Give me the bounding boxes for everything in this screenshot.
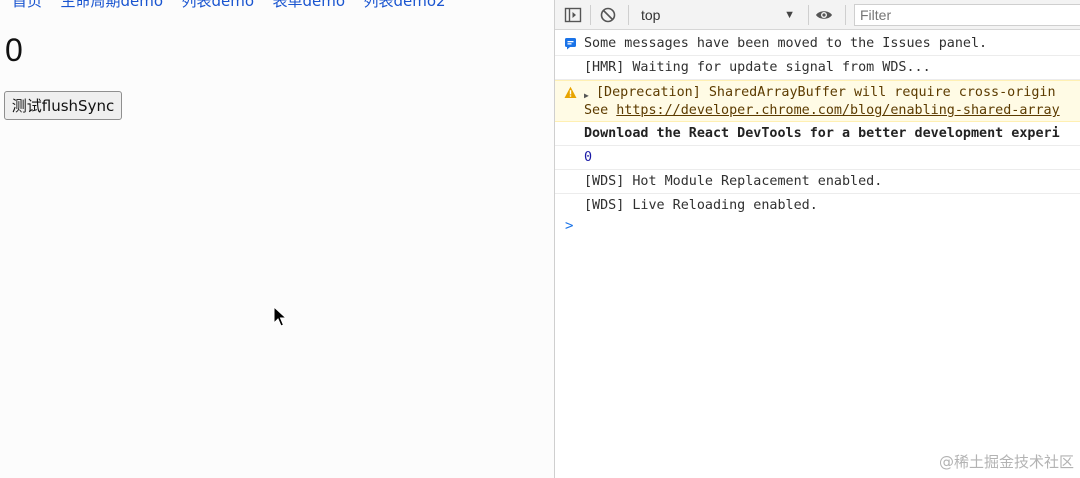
console-warning-message[interactable]: ▶ [Deprecation] SharedArrayBuffer will r… [555, 80, 1080, 122]
issues-flag-icon [565, 38, 576, 50]
mouse-pointer-icon [273, 306, 287, 327]
nav-link-home[interactable]: 首页 [12, 0, 42, 10]
console-message: Some messages have been moved to the Iss… [555, 31, 1080, 56]
test-flushsync-button[interactable]: 测试flushSync [4, 91, 122, 120]
console-messages: Some messages have been moved to the Iss… [555, 31, 1080, 218]
devtools-console: top ▼ Some messages have been moved to t… [554, 0, 1080, 478]
console-message: Download the React DevTools for a better… [555, 122, 1080, 146]
toolbar-divider [808, 5, 809, 25]
clear-console-icon[interactable] [599, 6, 617, 24]
message-text: Some messages have been moved to the Iss… [584, 36, 988, 51]
nav-link-form-demo[interactable]: 表单demo [272, 0, 345, 10]
nav-link-list-demo2[interactable]: 列表demo2 [363, 0, 445, 10]
message-text: [WDS] Hot Module Replacement enabled. [584, 174, 883, 189]
deprecation-docs-link[interactable]: https://developer.chrome.com/blog/enabli… [616, 103, 1059, 118]
message-text: 0 [584, 150, 593, 165]
expand-arrow-icon[interactable]: ▶ [584, 87, 589, 105]
console-toolbar: top ▼ [555, 0, 1080, 30]
warning-triangle-icon [564, 86, 577, 98]
console-message: [WDS] Hot Module Replacement enabled. [555, 170, 1080, 194]
see-label: See [584, 103, 617, 118]
nav-link-list-demo[interactable]: 列表demo [181, 0, 254, 10]
message-text: [WDS] Live Reloading enabled. [584, 198, 818, 213]
warning-line-2: See https://developer.chrome.com/blog/en… [584, 102, 1080, 120]
message-text: [HMR] Waiting for update signal from WDS… [584, 60, 931, 75]
toolbar-divider [590, 5, 591, 25]
dropdown-arrow-icon: ▼ [784, 9, 795, 21]
warning-line-1: [Deprecation] SharedArrayBuffer will req… [584, 84, 1080, 102]
toolbar-divider [628, 5, 629, 25]
console-log-value: 0 [555, 146, 1080, 170]
context-selector-value: top [641, 7, 661, 23]
console-prompt[interactable]: > [565, 218, 573, 234]
watermark: @稀土掘金技术社区 [938, 453, 1074, 471]
message-text: [Deprecation] SharedArrayBuffer will req… [596, 85, 1056, 100]
console-filter-input[interactable] [854, 4, 1080, 26]
nav-link-lifecycle-demo[interactable]: 生命周期demo [60, 0, 163, 10]
dock-sidebar-icon[interactable] [564, 6, 582, 24]
console-message: [WDS] Live Reloading enabled. [555, 194, 1080, 218]
console-message: [HMR] Waiting for update signal from WDS… [555, 56, 1080, 80]
app-pane: 首页 生命周期demo 列表demo 表单demo 列表demo2 0 测试fl… [0, 0, 554, 478]
context-selector[interactable]: top ▼ [637, 5, 795, 25]
top-nav: 首页 生命周期demo 列表demo 表单demo 列表demo2 [12, 0, 460, 10]
toolbar-divider [845, 5, 846, 25]
live-expression-eye-icon[interactable] [815, 6, 833, 24]
message-text: Download the React DevTools for a better… [584, 126, 1060, 141]
counter-value: 0 [5, 32, 23, 68]
